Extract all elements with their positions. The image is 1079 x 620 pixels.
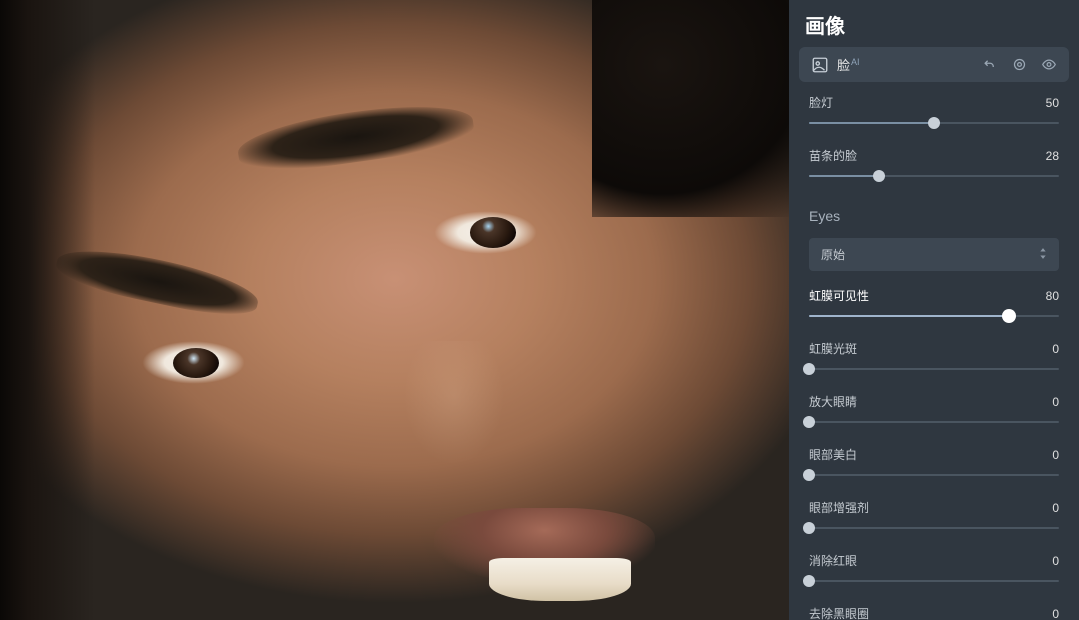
eyes-section-title: Eyes <box>809 208 1059 224</box>
slider-thumb[interactable] <box>803 363 815 375</box>
slider-track[interactable] <box>809 416 1059 428</box>
slider-row: 虹膜光斑 0 <box>809 340 1059 375</box>
tool-label: 脸AI <box>837 55 981 74</box>
slider-row: 消除红眼 0 <box>809 552 1059 587</box>
mask-icon[interactable] <box>1011 57 1027 73</box>
slider-thumb[interactable] <box>803 575 815 587</box>
slider-value: 80 <box>1046 289 1059 303</box>
slider-track[interactable] <box>809 310 1059 322</box>
slider-row: 苗条的脸 28 <box>809 147 1059 182</box>
slider-label: 眼部增强剂 <box>809 499 869 516</box>
slider-label: 虹膜可见性 <box>809 287 869 304</box>
adjustments-panel: 画像 脸AI <box>789 0 1079 620</box>
slider-label: 脸灯 <box>809 94 833 111</box>
tool-actions <box>981 57 1057 73</box>
eyes-sliders-section: 虹膜可见性80虹膜光斑0放大眼睛0眼部美白0眼部增强剂0消除红眼0去除黑眼圈0眉… <box>789 287 1079 620</box>
slider-value: 0 <box>1052 554 1059 568</box>
slider-label: 苗条的脸 <box>809 147 857 164</box>
dropdown-label: 原始 <box>821 246 845 263</box>
slider-value: 28 <box>1046 149 1059 163</box>
slider-track[interactable] <box>809 469 1059 481</box>
slider-label: 放大眼睛 <box>809 393 857 410</box>
slider-track[interactable] <box>809 522 1059 534</box>
chevron-updown-icon <box>1039 248 1047 262</box>
slider-row: 眼部美白 0 <box>809 446 1059 481</box>
slider-row: 去除黑眼圈 0 <box>809 605 1059 620</box>
app-root: 画像 脸AI <box>0 0 1079 620</box>
undo-icon[interactable] <box>981 57 997 73</box>
slider-track[interactable] <box>809 117 1059 129</box>
portrait-icon <box>811 56 829 74</box>
image-canvas[interactable] <box>0 0 789 620</box>
slider-value: 0 <box>1052 501 1059 515</box>
visibility-icon[interactable] <box>1041 57 1057 73</box>
slider-thumb[interactable] <box>803 416 815 428</box>
panel-title: 画像 <box>789 0 1079 47</box>
slider-value: 0 <box>1052 448 1059 462</box>
slider-thumb[interactable] <box>803 469 815 481</box>
slider-thumb[interactable] <box>1002 309 1016 323</box>
face-sliders-section: 脸灯 50 苗条的脸 28 <box>789 94 1079 200</box>
slider-row: 眼部增强剂 0 <box>809 499 1059 534</box>
slider-label: 消除红眼 <box>809 552 857 569</box>
slider-thumb[interactable] <box>873 170 885 182</box>
slider-label: 眼部美白 <box>809 446 857 463</box>
slider-thumb[interactable] <box>928 117 940 129</box>
slider-value: 0 <box>1052 342 1059 356</box>
slider-track[interactable] <box>809 575 1059 587</box>
slider-row: 放大眼睛 0 <box>809 393 1059 428</box>
eyes-preset-dropdown[interactable]: 原始 <box>809 238 1059 271</box>
slider-row: 脸灯 50 <box>809 94 1059 129</box>
slider-row: 虹膜可见性 80 <box>809 287 1059 322</box>
slider-value: 0 <box>1052 395 1059 409</box>
photo-preview <box>0 0 789 620</box>
slider-track[interactable] <box>809 363 1059 375</box>
slider-track[interactable] <box>809 170 1059 182</box>
slider-label: 去除黑眼圈 <box>809 605 869 620</box>
slider-value: 0 <box>1052 607 1059 620</box>
slider-value: 50 <box>1046 96 1059 110</box>
slider-label: 虹膜光斑 <box>809 340 857 357</box>
tool-header[interactable]: 脸AI <box>799 47 1069 82</box>
slider-thumb[interactable] <box>803 522 815 534</box>
